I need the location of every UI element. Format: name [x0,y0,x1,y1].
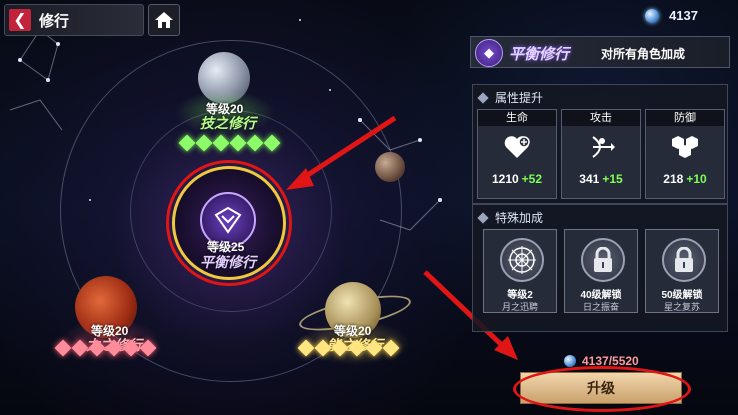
attr-atk-label: 攻击 [562,110,640,126]
bonus-star-unlock: 50级解锁 [661,290,703,301]
diamond-icon [477,91,489,104]
special-section: 特殊加成 等级2 月之迅聘 40级解锁 日之振奋 50级解锁 星之复苏 [472,204,728,332]
annotation-oval [513,366,691,412]
hexagon-shield-icon [670,132,700,162]
special-section-title: 特殊加成 [477,209,543,226]
lock-icon [581,238,625,282]
gem-icon [564,355,576,367]
balance-emblem-icon: ◆ [475,39,503,67]
attr-atk-value: 341 +15 [579,172,623,186]
detail-panel: ◆ 平衡修行 对所有角色加成 属性提升 生命 1210 +52 攻击 341 +… [470,36,730,412]
bonus-moon[interactable]: 等级2 月之迅聘 [483,229,557,313]
attr-def-value: 218 +10 [663,172,707,186]
panel-subtitle: 对所有角色加成 [601,47,686,61]
compass-rune-icon [500,238,544,282]
attr-def-label: 防御 [646,110,724,126]
diamond-icon [477,211,489,224]
bonus-sun-unlock: 40级解锁 [580,290,622,301]
bonus-moon-name: 月之迅聘 [501,302,538,312]
panel-title: 平衡修行 [509,46,570,63]
panel-header: ◆ 平衡修行 对所有角色加成 [470,36,730,68]
bonus-sun[interactable]: 40级解锁 日之振奋 [564,229,638,313]
bonus-sun-name: 日之振奋 [582,302,619,312]
attr-hp-value: 1210 +52 [491,172,543,186]
training-screen: ❮ 修行 4137 等级20 技之修行 等级25 平衡修行 等级20 等级20 … [0,0,738,415]
archer-icon [586,132,616,162]
attr-hp: 生命 1210 +52 [477,109,557,199]
attr-hp-label: 生命 [478,110,556,126]
bonus-star-name: 星之复苏 [663,302,700,312]
heart-plus-icon [502,132,532,162]
attr-atk: 攻击 341 +15 [561,109,641,199]
bonus-moon-level: 等级2 [507,290,533,301]
attribute-section: 属性提升 生命 1210 +52 攻击 341 +15 防御 218 +10 [472,84,728,204]
attr-def: 防御 218 +10 [645,109,725,199]
attribute-section-title: 属性提升 [477,89,543,106]
lock-icon [662,238,706,282]
bonus-star[interactable]: 50级解锁 星之复苏 [645,229,719,313]
